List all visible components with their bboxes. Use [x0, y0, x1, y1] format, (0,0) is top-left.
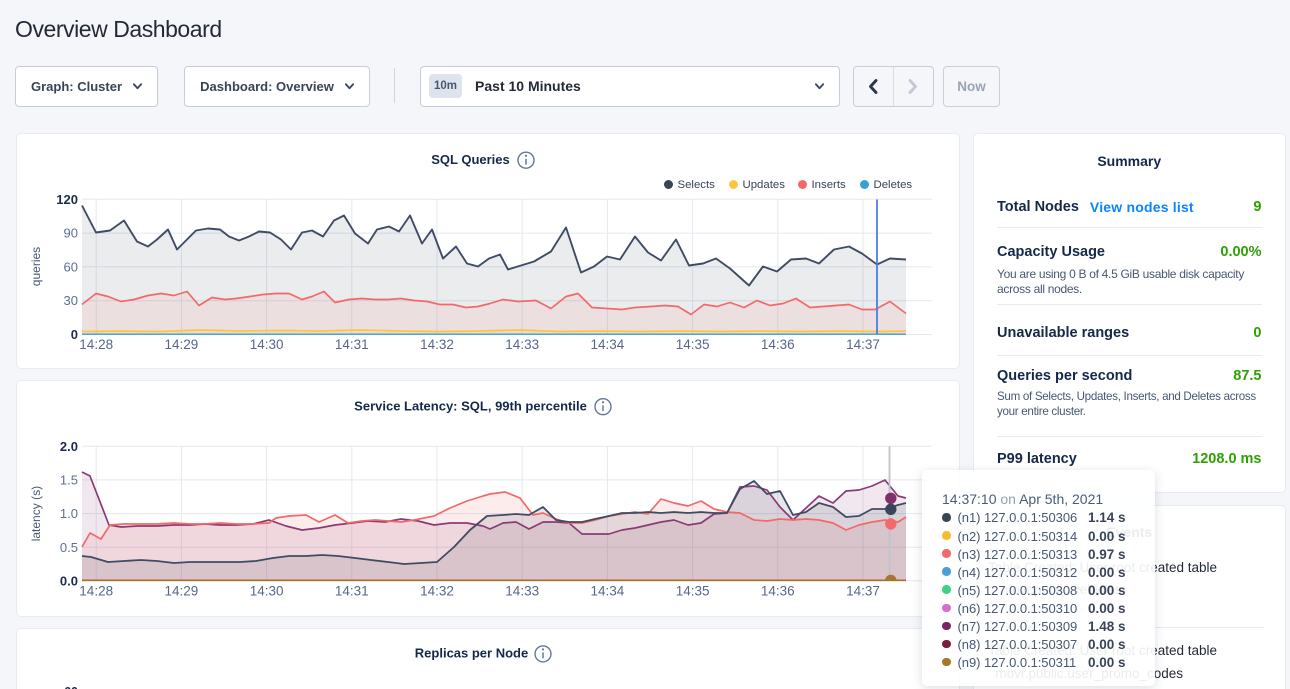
svg-text:14:35: 14:35	[676, 337, 710, 352]
svg-text:1.0: 1.0	[60, 506, 78, 521]
svg-text:14:33: 14:33	[505, 337, 539, 352]
svg-text:14:30: 14:30	[250, 337, 284, 352]
svg-text:latency (s): latency (s)	[29, 486, 43, 541]
svg-text:60: 60	[64, 259, 78, 274]
svg-text:14:28: 14:28	[79, 584, 113, 599]
svg-text:0.0: 0.0	[60, 573, 78, 588]
svg-text:0.5: 0.5	[60, 540, 78, 555]
svg-text:120: 120	[56, 191, 78, 206]
svg-text:queries: queries	[29, 246, 43, 285]
svg-text:14:32: 14:32	[420, 337, 454, 352]
svg-text:14:36: 14:36	[761, 584, 795, 599]
svg-text:90: 90	[64, 225, 78, 240]
svg-text:14:29: 14:29	[165, 584, 199, 599]
svg-text:60: 60	[64, 685, 78, 689]
svg-text:14:30: 14:30	[250, 584, 284, 599]
svg-text:14:35: 14:35	[676, 584, 710, 599]
svg-text:Deletes: Deletes	[874, 179, 913, 191]
svg-text:14:34: 14:34	[591, 337, 625, 352]
svg-text:14:33: 14:33	[505, 584, 539, 599]
svg-text:14:29: 14:29	[165, 337, 199, 352]
svg-text:14:37: 14:37	[846, 584, 880, 599]
svg-text:Selects: Selects	[678, 179, 716, 191]
svg-text:14:32: 14:32	[420, 584, 454, 599]
svg-text:14:37: 14:37	[846, 337, 880, 352]
svg-text:Updates: Updates	[743, 179, 786, 191]
svg-text:14:28: 14:28	[79, 337, 113, 352]
svg-text:1.5: 1.5	[60, 472, 78, 487]
svg-text:SQL Queries: SQL Queries	[431, 152, 510, 167]
svg-text:14:31: 14:31	[335, 584, 369, 599]
svg-text:2.0: 2.0	[60, 439, 78, 454]
svg-text:Replicas per Node: Replicas per Node	[415, 645, 528, 660]
svg-text:14:31: 14:31	[335, 337, 369, 352]
svg-text:Inserts: Inserts	[812, 179, 846, 191]
svg-text:Service Latency: SQL, 99th per: Service Latency: SQL, 99th percentile	[354, 399, 587, 414]
svg-text:30: 30	[64, 293, 78, 308]
svg-text:14:36: 14:36	[761, 337, 795, 352]
svg-text:14:34: 14:34	[591, 584, 625, 599]
svg-text:0: 0	[71, 327, 78, 342]
